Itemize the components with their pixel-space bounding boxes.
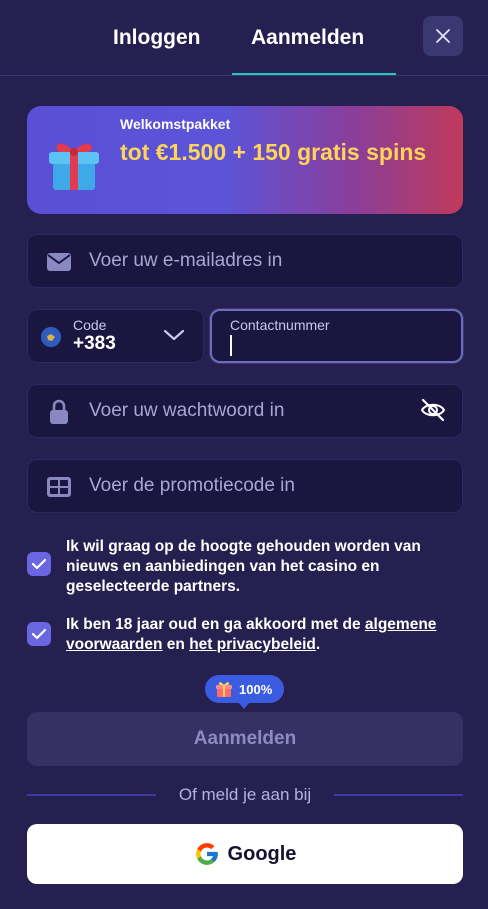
bonus-indicator: 100% (205, 675, 284, 709)
flag-icon (41, 327, 61, 347)
code-label: Code (73, 317, 107, 333)
active-tab-indicator (232, 73, 396, 75)
bonus-value: 100% (239, 681, 273, 697)
gift-icon (216, 682, 232, 697)
password-field[interactable]: Voer uw wachtwoord in (27, 384, 463, 438)
welcome-banner: Welkomstpakket tot €1.500 + 150 gratis s… (27, 106, 463, 214)
contact-label: Contactnummer (230, 317, 330, 333)
banner-offer: tot €1.500 + 150 gratis spins (120, 139, 427, 165)
tab-aanmelden[interactable]: Aanmelden (251, 26, 364, 50)
lock-icon (50, 399, 68, 424)
divider-text: Of meld je aan bij (178, 785, 312, 804)
terms-text-and: en (166, 636, 185, 653)
checkmark-icon (31, 628, 47, 640)
code-value: +383 (73, 333, 116, 354)
email-field[interactable]: Voer uw e-mailadres in (27, 234, 463, 288)
close-button[interactable] (423, 16, 463, 56)
tab-inloggen[interactable]: Inloggen (113, 26, 201, 50)
promo-placeholder: Voer de promotiecode in (89, 475, 295, 496)
eye-off-icon[interactable] (419, 396, 447, 424)
terms-text-end: . (315, 636, 321, 653)
text-caret (230, 335, 232, 356)
promo-code-field[interactable]: Voer de promotiecode in (27, 459, 463, 513)
newsletter-consent-text: Ik wil graag op de hoogte gehouden worde… (66, 538, 421, 595)
terms-consent-text: Ik ben 18 jaar oud en ga akkoord met de … (66, 615, 466, 655)
google-signin-button[interactable]: Google (27, 824, 463, 884)
banner-label: Welkomstpakket (120, 116, 231, 132)
privacy-link[interactable]: het privacybeleid (189, 636, 316, 653)
close-icon (436, 29, 450, 43)
password-placeholder: Voer uw wachtwoord in (89, 400, 285, 421)
mail-icon (47, 253, 71, 271)
register-button[interactable]: Aanmelden (27, 712, 463, 766)
chevron-down-icon (163, 329, 185, 341)
email-placeholder: Voer uw e-mailadres in (89, 250, 283, 271)
checkmark-icon (31, 558, 47, 570)
terms-text-before: Ik ben 18 jaar oud en ga akkoord met de (66, 616, 361, 633)
google-label: Google (227, 842, 297, 865)
divider-line-right (334, 794, 463, 796)
contact-number-input[interactable]: Contactnummer (210, 309, 463, 363)
divider-line-left (27, 794, 156, 796)
terms-checkbox[interactable] (27, 622, 51, 646)
header: Inloggen Aanmelden (0, 0, 488, 76)
promo-ticket-icon (47, 477, 71, 497)
country-code-select[interactable]: Code +383 (27, 309, 204, 363)
newsletter-checkbox[interactable] (27, 552, 51, 576)
gift-icon (49, 143, 99, 190)
google-icon (195, 843, 218, 865)
